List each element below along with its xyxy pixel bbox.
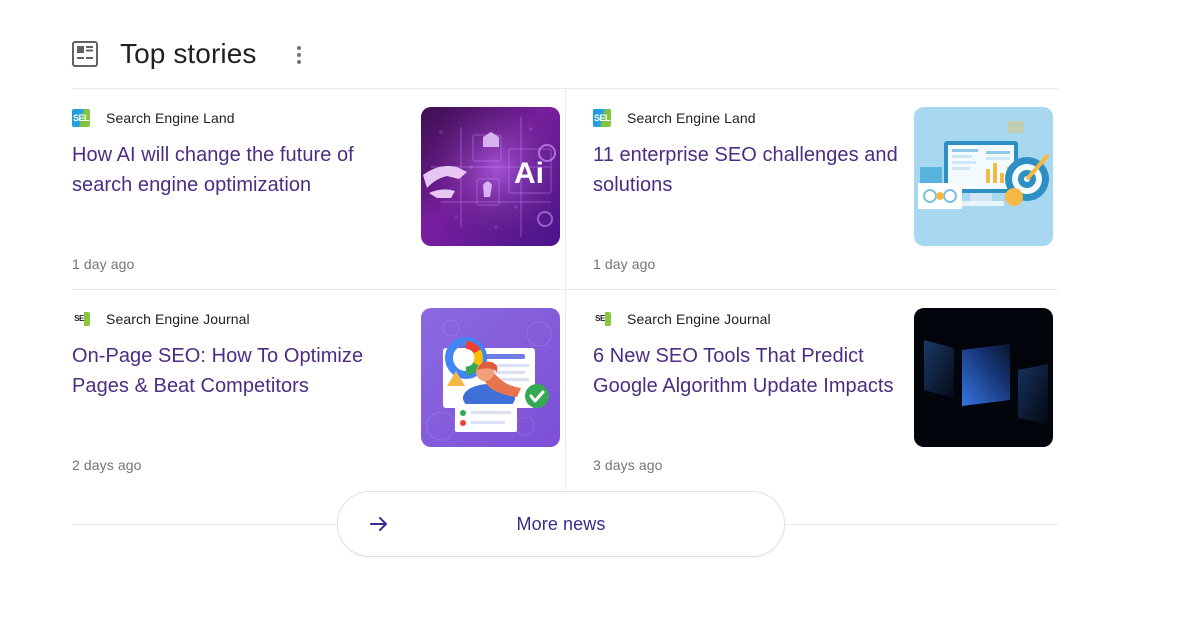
story-thumbnail[interactable] [914, 308, 1053, 447]
page-title: Top stories [120, 38, 257, 69]
overflow-menu-icon[interactable] [287, 42, 311, 66]
arrow-right-icon [368, 513, 390, 535]
story-source-row: SEL Search Engine Land [593, 108, 913, 128]
story-headline[interactable]: On-Page SEO: How To Optimize Pages & Bea… [72, 341, 392, 401]
story-card[interactable]: SEL Search Engine Land How AI will chang… [72, 89, 565, 289]
story-cell: SEL Search Engine Land How AI will chang… [72, 89, 565, 289]
story-source-name: Search Engine Land [106, 110, 235, 126]
story-source-name: Search Engine Land [627, 110, 756, 126]
story-source-name: Search Engine Journal [627, 311, 771, 327]
search-engine-land-favicon-icon: SEL [72, 109, 90, 127]
story-thumbnail[interactable] [914, 107, 1053, 246]
story-timestamp: 3 days ago [593, 457, 663, 473]
story-headline[interactable]: How AI will change the future of search … [72, 140, 392, 200]
story-source-name: Search Engine Journal [106, 311, 250, 327]
dashboard-target-blue-thumbnail-image [914, 107, 1053, 246]
story-source-row: SE Search Engine Journal [593, 309, 913, 329]
stories-grid: SEL Search Engine Land How AI will chang… [72, 89, 1058, 490]
story-cell: SEL Search Engine Land 11 enterprise SEO… [565, 89, 1058, 289]
more-news-button[interactable]: More news [337, 491, 785, 557]
story-headline[interactable]: 6 New SEO Tools That Predict Google Algo… [593, 341, 913, 401]
on-page-seo-purple-thumbnail-image [421, 308, 560, 447]
story-thumbnail[interactable] [421, 308, 560, 447]
story-thumbnail[interactable]: Ai [421, 107, 560, 246]
story-source-row: SEL Search Engine Land [72, 108, 392, 128]
story-source-row: SE Search Engine Journal [72, 309, 392, 329]
story-timestamp: 1 day ago [72, 256, 135, 272]
ai-circuit-purple-thumbnail-image: Ai [421, 107, 560, 246]
story-card[interactable]: SEL Search Engine Land 11 enterprise SEO… [593, 89, 1058, 289]
top-stories-module: Top stories SEL Search Engine Land How A… [72, 20, 1058, 570]
news-article-icon [72, 41, 98, 67]
top-stories-footer: More news [72, 490, 1058, 570]
story-headline[interactable]: 11 enterprise SEO challenges and solutio… [593, 140, 913, 200]
top-stories-header: Top stories [72, 20, 1058, 88]
dark-blue-panels-thumbnail-image [914, 308, 1053, 447]
more-news-label: More news [516, 513, 606, 534]
story-timestamp: 1 day ago [593, 256, 656, 272]
search-engine-journal-favicon-icon: SE [593, 310, 611, 328]
story-cell: SE Search Engine Journal 6 New SEO Tools… [565, 289, 1058, 490]
story-card[interactable]: SE Search Engine Journal On-Page SEO: Ho… [72, 290, 565, 490]
svg-text:Ai: Ai [514, 157, 544, 190]
search-engine-land-favicon-icon: SEL [593, 109, 611, 127]
story-cell: SE Search Engine Journal On-Page SEO: Ho… [72, 289, 565, 490]
story-timestamp: 2 days ago [72, 457, 142, 473]
search-engine-journal-favicon-icon: SE [72, 310, 90, 328]
